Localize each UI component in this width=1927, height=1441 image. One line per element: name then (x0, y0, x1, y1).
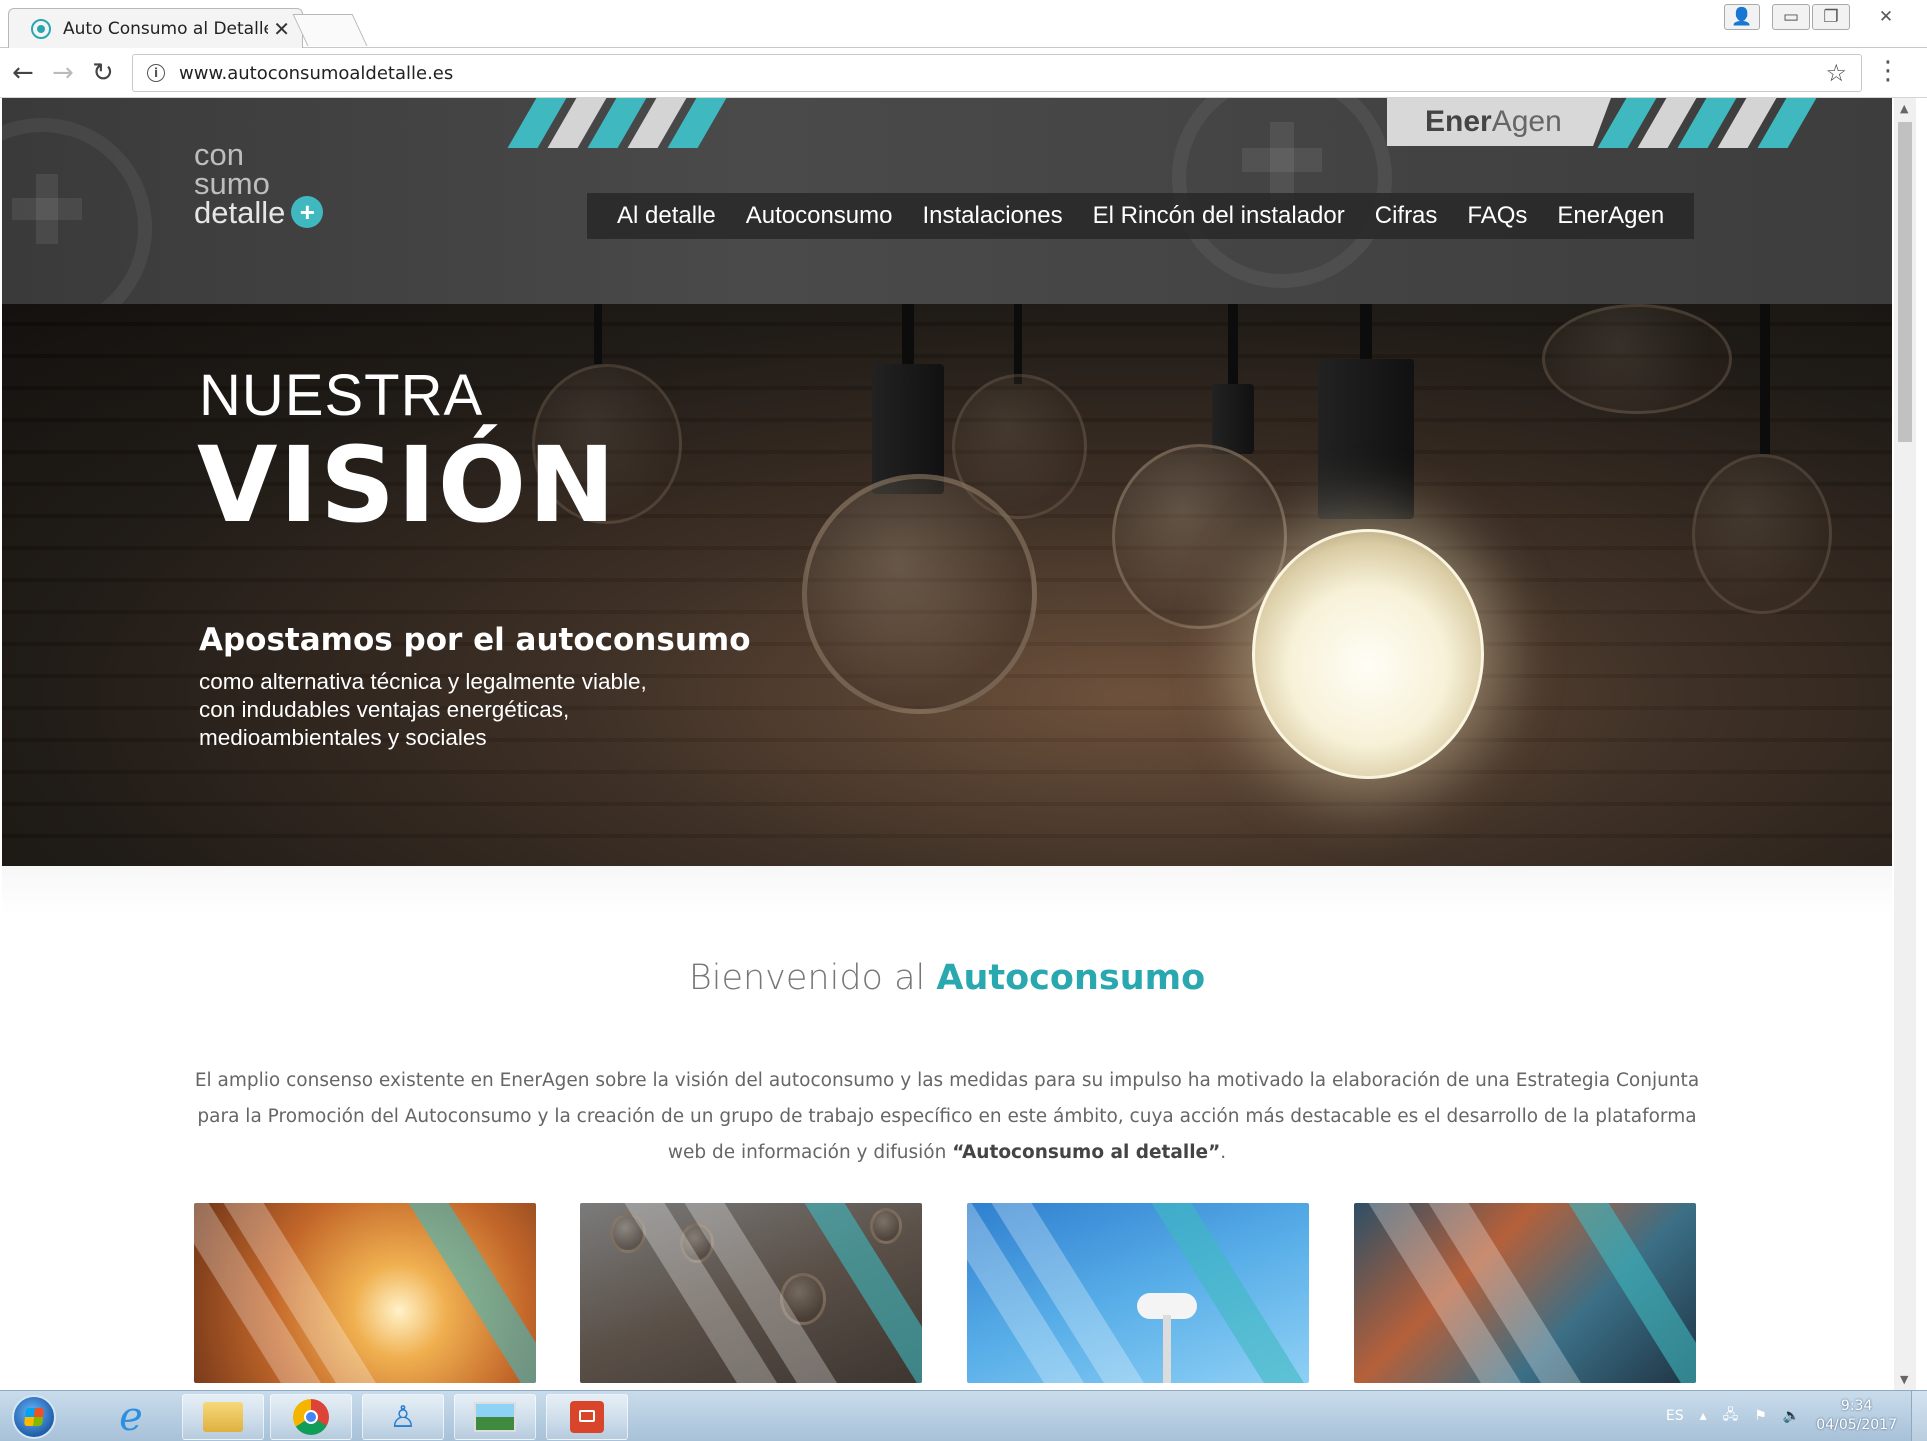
nav-cifras[interactable]: Cifras (1375, 202, 1438, 230)
lightbulb-icon (1692, 454, 1832, 614)
nav-al-detalle[interactable]: Al detalle (617, 202, 716, 230)
card-stripe (1562, 1203, 1696, 1383)
close-tab-icon[interactable]: ✕ (273, 17, 290, 41)
lightbulb-icon (1542, 304, 1732, 414)
photo-viewer-icon[interactable] (454, 1394, 536, 1440)
hero-body-line: medioambientales y sociales (199, 725, 487, 750)
scrollbar-thumb[interactable] (1898, 122, 1912, 442)
turbine-tower (1163, 1315, 1171, 1383)
address-bar[interactable]: i www.autoconsumoaldetalle.es ☆ (132, 54, 1862, 92)
lightbulb-icon (802, 474, 1037, 714)
hero-body: como alternativa técnica y legalmente vi… (199, 668, 647, 752)
logo-line-con: con (194, 137, 244, 172)
internet-explorer-icon[interactable]: e (90, 1394, 172, 1440)
windows-taskbar: e ♙ ES ▴ 🖧 ⚑ 🔈 9:34 04/05/2017 (0, 1390, 1927, 1441)
taskbar-clock[interactable]: 9:34 04/05/2017 (1816, 1397, 1897, 1435)
bulb-cord (1360, 304, 1372, 364)
scroll-down-icon[interactable]: ▼ (1900, 1373, 1908, 1386)
bulb-socket (1318, 359, 1414, 519)
welcome-heading: Bienvenido al Autoconsumo (2, 958, 1892, 998)
lightbulb-icon (1112, 444, 1287, 629)
hero-subtitle: Apostamos por el autoconsumo (199, 622, 751, 658)
nav-autoconsumo[interactable]: Autoconsumo (746, 202, 893, 230)
eneragen-brand-link[interactable]: Ener Agen (1387, 98, 1611, 146)
welcome-accent: Autoconsumo (936, 958, 1206, 998)
intro-highlight: “Autoconsumo al detalle” (952, 1142, 1221, 1163)
nav-eneragen[interactable]: EnerAgen (1557, 202, 1664, 230)
hero-title-big: VISIÓN (197, 424, 618, 546)
hand-light-image[interactable] (194, 1203, 536, 1383)
file-explorer-icon[interactable] (182, 1394, 264, 1440)
browser-toolbar: ← → ↻ i www.autoconsumoaldetalle.es ☆ ⋮ (0, 48, 1927, 98)
bulb-cord (1014, 304, 1022, 384)
industrial-pipes-image[interactable] (1354, 1203, 1696, 1383)
magnifier-plus-icon: + (291, 195, 324, 228)
new-tab-button[interactable] (292, 14, 368, 46)
bookmark-star-icon[interactable]: ☆ (1825, 59, 1847, 87)
plus-watermark-icon (36, 174, 58, 244)
reload-icon[interactable]: ↻ (92, 58, 114, 88)
network-icon[interactable]: 🖧 (1723, 1404, 1739, 1428)
nav-instalaciones[interactable]: Instalaciones (923, 202, 1063, 230)
intro-end: . (1220, 1142, 1227, 1163)
clock-date: 04/05/2017 (1816, 1417, 1897, 1433)
restore-button[interactable]: ❐ (1812, 4, 1850, 30)
clock-time: 9:34 (1840, 1398, 1873, 1414)
action-center-flag-icon[interactable]: ⚑ (1754, 1408, 1767, 1424)
language-indicator[interactable]: ES (1666, 1408, 1684, 1424)
lightbulbs-image[interactable] (580, 1203, 922, 1383)
tab-strip: Auto Consumo al Detalle ✕ 👤 ▭ ❐ ✕ (0, 0, 1927, 48)
presentation-app-icon[interactable] (546, 1394, 628, 1440)
page-scrollbar[interactable]: ▲ ▼ (1894, 98, 1916, 1390)
card-stripe (402, 1203, 536, 1383)
site-logo[interactable]: con sumo detalle + (194, 137, 324, 231)
forward-arrow-icon[interactable]: → (52, 58, 74, 88)
browser-menu-icon[interactable]: ⋮ (1875, 56, 1901, 86)
tab-title: Auto Consumo al Detalle (63, 18, 268, 39)
lightbulb-icon (870, 1208, 902, 1244)
browser-tab[interactable]: Auto Consumo al Detalle ✕ (8, 8, 303, 48)
back-arrow-icon[interactable]: ← (12, 58, 34, 88)
people-app-icon[interactable]: ♙ (362, 1394, 444, 1440)
section-divider (2, 866, 1892, 914)
nav-rincon-instalador[interactable]: El Rincón del instalador (1093, 202, 1345, 230)
address-url[interactable]: www.autoconsumoaldetalle.es (179, 63, 453, 84)
start-button-icon[interactable] (12, 1395, 56, 1439)
plus-watermark-icon (1270, 122, 1294, 200)
hero-body-line: con indudables ventajas energéticas, (199, 697, 570, 722)
bulb-cord (594, 304, 602, 364)
hero-title-top: NUESTRA (199, 363, 484, 428)
brand-agen: Agen (1491, 105, 1562, 138)
welcome-prefix: Bienvenido al (688, 958, 937, 998)
hero-body-line: como alternativa técnica y legalmente vi… (199, 669, 647, 694)
bulb-cord (1228, 304, 1238, 394)
logo-line-sumo: sumo (194, 166, 270, 201)
minimize-button[interactable]: ▭ (1772, 4, 1810, 30)
logo-line-detalle: detalle (194, 195, 286, 230)
page-viewport: con sumo detalle + Ener Agen Al detalle Au… (2, 98, 1892, 1390)
intro-text: El amplio consenso existente en EnerAgen… (194, 1070, 1700, 1163)
user-profile-icon[interactable]: 👤 (1724, 4, 1760, 30)
nav-faqs[interactable]: FAQs (1467, 202, 1527, 230)
scroll-up-icon[interactable]: ▲ (1900, 102, 1908, 115)
site-favicon-icon (31, 18, 51, 39)
wind-turbine-image[interactable] (967, 1203, 1309, 1383)
intro-paragraph: El amplio consenso existente en EnerAgen… (192, 1063, 1702, 1171)
bulb-cord (1760, 304, 1770, 454)
main-navigation: Al detalle Autoconsumo Instalaciones El … (587, 193, 1695, 239)
close-window-button[interactable]: ✕ (1860, 4, 1912, 30)
bulb-socket (1212, 384, 1254, 454)
site-header: con sumo detalle + Ener Agen Al detalle Au… (2, 98, 1892, 304)
info-icon[interactable]: i (147, 64, 165, 82)
brand-ener: Ener (1425, 105, 1492, 138)
hero-banner: NUESTRA VISIÓN Apostamos por el autocons… (2, 304, 1892, 866)
show-hidden-icons-icon[interactable]: ▴ (1700, 1408, 1707, 1424)
lit-lightbulb-icon (1252, 529, 1484, 779)
chrome-icon[interactable] (270, 1394, 352, 1440)
volume-icon[interactable]: 🔈 (1783, 1408, 1800, 1424)
system-tray: ES ▴ 🖧 ⚑ 🔈 9:34 04/05/2017 (1666, 1397, 1897, 1435)
show-desktop-button[interactable] (1911, 1391, 1927, 1441)
